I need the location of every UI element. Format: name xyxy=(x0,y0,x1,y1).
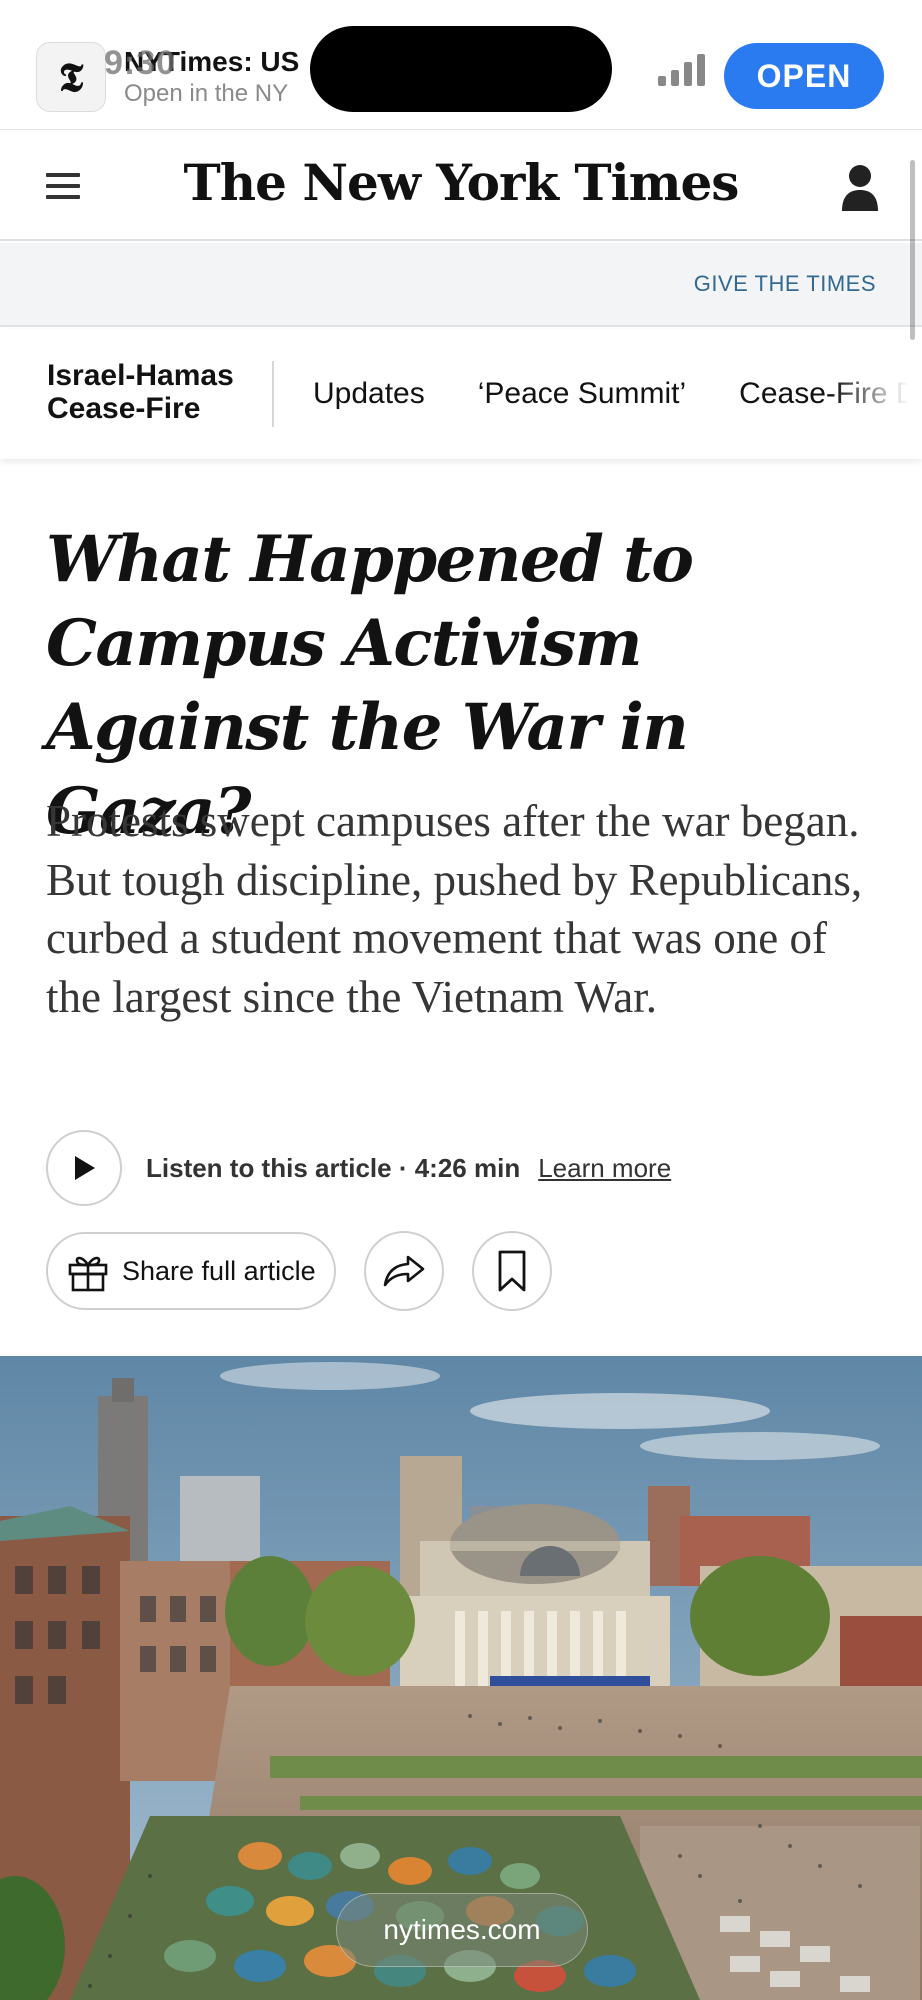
nyt-logo[interactable]: The New York Times xyxy=(0,153,922,212)
dynamic-island xyxy=(310,26,612,112)
browser-url-pill[interactable]: nytimes.com xyxy=(336,1893,588,1967)
gift-icon xyxy=(68,1256,108,1292)
account-icon[interactable] xyxy=(840,163,880,213)
status-time: 9:30 xyxy=(104,44,177,82)
masthead: The New York Times xyxy=(0,131,922,241)
article-summary: Protests swept campuses after the war be… xyxy=(46,796,863,1022)
cellular-signal-icon xyxy=(658,52,706,86)
page-scrollbar[interactable] xyxy=(910,160,915,340)
learn-more-link[interactable]: Learn more xyxy=(538,1153,671,1184)
topic-link-peace-summit[interactable]: ‘Peace Summit’ xyxy=(478,377,686,411)
give-the-times-link[interactable]: GIVE THE TIMES xyxy=(694,271,876,297)
share-row: Share full article xyxy=(46,1231,552,1311)
app-subtitle: Open in the NY xyxy=(124,80,289,107)
save-bookmark-button[interactable] xyxy=(471,1231,552,1311)
topic-link-updates[interactable]: Updates xyxy=(313,377,425,411)
play-icon xyxy=(75,1156,95,1180)
topic-links: Updates ‘Peace Summit’ Cease-Fire Deal xyxy=(313,377,922,411)
open-app-button[interactable]: OPEN xyxy=(724,43,884,109)
topic-fade-overlay xyxy=(832,329,922,459)
topic-divider xyxy=(272,361,274,427)
listen-row: Listen to this article · 4:26 min Learn … xyxy=(46,1130,671,1206)
bookmark-icon xyxy=(498,1250,525,1292)
topic-nav-bar: Israel-Hamas Cease-Fire Updates ‘Peace S… xyxy=(0,329,922,459)
share-full-article-button[interactable]: Share full article xyxy=(46,1232,336,1310)
app-install-banner: 𝕿 NYTimes: US Open in the NY 9:30 OPEN xyxy=(0,0,922,130)
play-audio-button[interactable] xyxy=(46,1130,122,1206)
share-button[interactable] xyxy=(363,1231,444,1311)
give-the-times-bar: GIVE THE TIMES xyxy=(0,243,922,327)
share-arrow-icon xyxy=(383,1255,424,1287)
nyt-app-icon[interactable]: 𝕿 xyxy=(36,42,106,112)
topic-title[interactable]: Israel-Hamas Cease-Fire xyxy=(47,359,257,425)
share-full-article-label: Share full article xyxy=(122,1255,316,1286)
listen-duration-text: Listen to this article · 4:26 min xyxy=(146,1152,521,1183)
